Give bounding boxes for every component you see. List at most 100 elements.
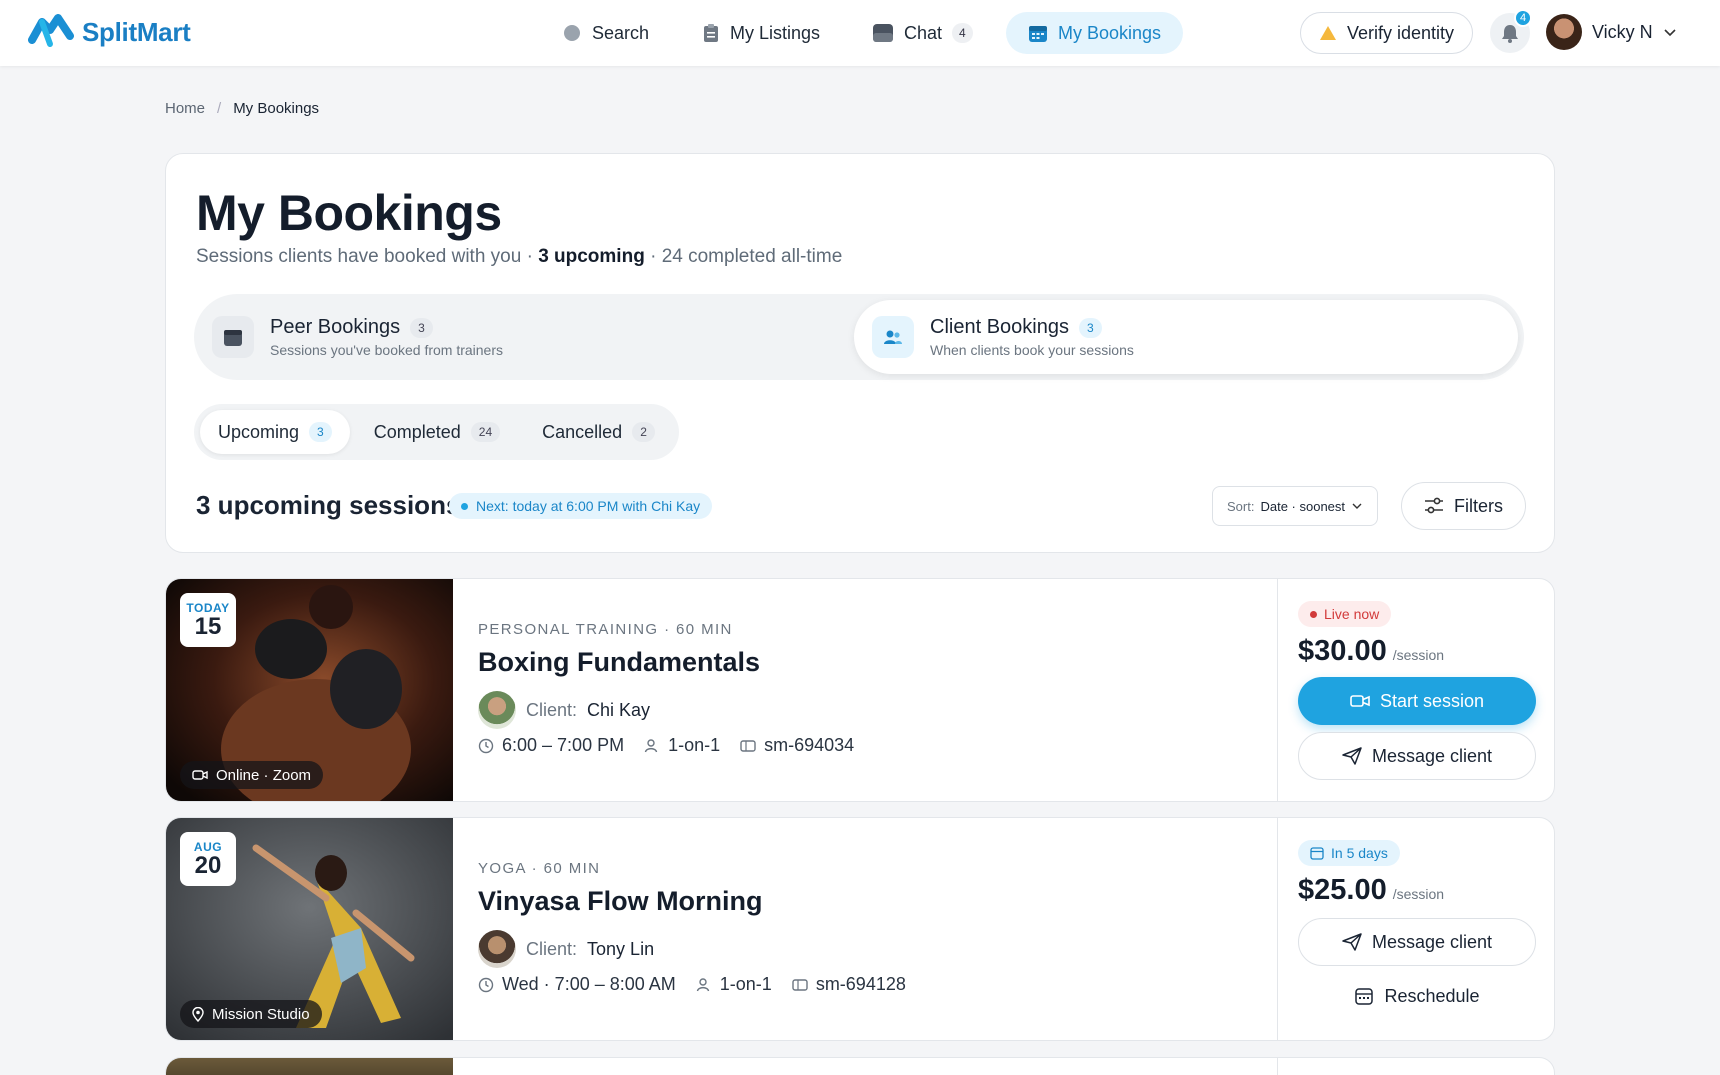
nav-chat[interactable]: Chat 4 xyxy=(850,12,995,54)
breadcrumb-home[interactable]: Home xyxy=(165,100,205,117)
calendar-icon xyxy=(1029,26,1047,42)
nav-chat-label: Chat xyxy=(904,22,943,43)
warning-icon xyxy=(1320,26,1336,40)
tab-cancelled[interactable]: Cancelled 2 xyxy=(524,410,673,454)
client-name[interactable]: Tony Lin xyxy=(587,939,654,960)
sort-label: Sort: xyxy=(1227,498,1255,514)
send-icon xyxy=(1342,747,1362,765)
date-day: 20 xyxy=(194,852,222,879)
message-client-button[interactable]: Message client xyxy=(1298,918,1536,966)
breadcrumb: Home / My Bookings xyxy=(165,100,319,117)
peer-bookings-title: Peer Bookings xyxy=(270,316,401,338)
date-chip: TODAY 15 xyxy=(180,593,236,647)
user-menu[interactable]: Vicky N xyxy=(1546,14,1677,50)
client-bookings-desc: When clients book your sessions xyxy=(930,342,1134,358)
calendar-icon xyxy=(212,316,254,358)
booking-id: sm-694128 xyxy=(815,974,906,994)
sort-dropdown[interactable]: Sort: Date · soonest xyxy=(1212,486,1379,526)
chevron-down-icon xyxy=(1664,29,1676,37)
segment-client-bookings[interactable]: Client Bookings 3 When clients book your … xyxy=(854,300,1518,374)
message-client-button[interactable]: Message client xyxy=(1298,732,1536,780)
message-client-label: Message client xyxy=(1371,931,1493,952)
client-bookings-title: Client Bookings xyxy=(930,316,1069,338)
next-session-text: Next: today at 6:00 PM with Chi Kay xyxy=(476,498,701,514)
client-avatar xyxy=(478,691,516,729)
chevron-down-icon xyxy=(1352,503,1362,509)
bell-icon xyxy=(1502,25,1518,43)
tab-upcoming-count: 3 xyxy=(309,422,332,442)
calendar-icon xyxy=(1310,847,1324,860)
client-bookings-count: 3 xyxy=(1078,317,1102,338)
send-icon xyxy=(1342,933,1362,951)
tab-completed-count: 24 xyxy=(470,422,501,442)
session-title[interactable]: Boxing Fundamentals xyxy=(478,647,760,678)
users-icon xyxy=(872,316,914,358)
map-pin-icon xyxy=(192,1006,204,1022)
sessions-heading: 3 upcoming sessions xyxy=(196,490,461,520)
booking-id: sm-694034 xyxy=(764,735,855,755)
filters-label: Filters xyxy=(1454,495,1503,516)
client-name[interactable]: Chi Kay xyxy=(587,700,650,721)
session-time: Wed · 7:00 – 8:00 AM xyxy=(502,974,676,994)
location-badge: Mission Studio xyxy=(180,1000,322,1028)
nav-my-bookings[interactable]: My Bookings xyxy=(1006,12,1184,54)
breadcrumb-separator: / xyxy=(217,100,222,117)
booking-actions: In 5 days $25.00/session Message client … xyxy=(1277,818,1554,1040)
clock-icon xyxy=(478,738,494,753)
filters-button[interactable]: Filters xyxy=(1401,482,1526,530)
session-meta: Wed · 7:00 – 8:00 AM 1-on-1 sm-694128 xyxy=(478,974,906,995)
start-session-button[interactable]: Start session xyxy=(1298,677,1536,725)
session-title[interactable]: Vinyasa Flow Morning xyxy=(478,886,763,917)
sort-value: Date · soonest xyxy=(1260,498,1346,514)
location-text: Online · Zoom xyxy=(216,766,312,784)
session-image: TODAY 15 Online · Zoom xyxy=(166,579,453,801)
nav-my-listings-label: My Listings xyxy=(730,22,821,43)
notifications-button[interactable]: 4 xyxy=(1490,9,1532,53)
session-price: $25.00/session xyxy=(1298,874,1445,906)
clipboard-icon xyxy=(704,24,718,42)
tab-upcoming-label: Upcoming xyxy=(218,421,300,442)
clock-icon xyxy=(478,977,494,992)
ticket-icon xyxy=(792,978,808,991)
booking-actions: Live now $30.00/session Start session Me… xyxy=(1277,579,1554,801)
user-icon xyxy=(696,977,709,991)
peer-bookings-count: 3 xyxy=(410,317,433,338)
segment-peer-bookings[interactable]: Peer Bookings 3 Sessions you've booked fr… xyxy=(194,300,794,374)
verify-identity-button[interactable]: Verify identity xyxy=(1300,12,1474,54)
booking-card: TODAY 15 Online · Zoom PERSONAL TRAINING … xyxy=(165,578,1555,802)
session-meta: 6:00 – 7:00 PM 1-on-1 sm-694034 xyxy=(478,735,854,756)
tab-completed-label: Completed xyxy=(373,421,461,442)
nav-search[interactable]: Search xyxy=(540,12,671,54)
logo-text: SplitMart xyxy=(82,16,191,47)
session-image: AUG 20 Mission Studio xyxy=(166,818,453,1040)
date-chip: AUG 20 xyxy=(180,832,236,886)
video-icon xyxy=(192,770,208,780)
reschedule-label: Reschedule xyxy=(1384,985,1480,1006)
reschedule-button[interactable]: Reschedule xyxy=(1298,972,1536,1020)
status-text: Live now xyxy=(1324,606,1380,622)
start-session-label: Start session xyxy=(1379,690,1485,711)
session-format: 1-on-1 xyxy=(719,974,772,994)
session-price: $30.00/session xyxy=(1298,635,1445,667)
chat-icon xyxy=(873,24,893,42)
location-text: Mission Studio xyxy=(212,1005,310,1023)
user-icon xyxy=(644,738,658,752)
location-badge: Online · Zoom xyxy=(180,761,324,789)
status-text: In 5 days xyxy=(1331,845,1388,861)
nav-search-label: Search xyxy=(592,22,650,43)
status-dot xyxy=(461,502,468,510)
ticket-icon xyxy=(740,739,756,752)
booking-type-switch: Peer Bookings 3 Sessions you've booked fr… xyxy=(194,294,1524,380)
logo[interactable]: SplitMart xyxy=(28,14,191,50)
live-dot xyxy=(1310,610,1317,618)
nav-my-listings[interactable]: My Listings xyxy=(680,12,842,54)
notification-count-badge: 4 xyxy=(1514,9,1532,27)
tab-completed[interactable]: Completed 24 xyxy=(356,410,518,454)
tab-upcoming[interactable]: Upcoming 3 xyxy=(200,410,350,454)
session-category: PERSONAL TRAINING · 60 MIN xyxy=(478,621,733,638)
tab-cancelled-label: Cancelled xyxy=(542,421,623,442)
chat-count-badge: 4 xyxy=(952,23,973,43)
status-tabs: Upcoming 3 Completed 24 Cancelled 2 xyxy=(194,404,679,460)
booking-card xyxy=(165,1057,1555,1075)
status-badge: Live now xyxy=(1298,601,1392,627)
